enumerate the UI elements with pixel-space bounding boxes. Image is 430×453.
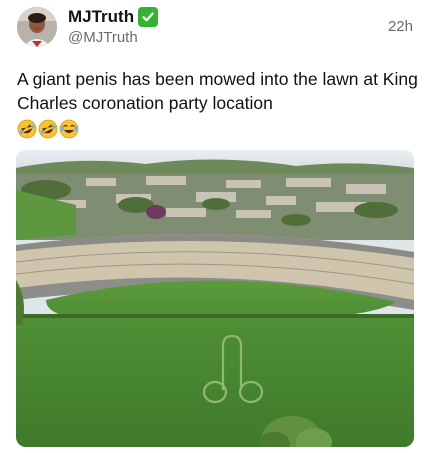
verified-check-icon: [138, 7, 159, 27]
avatar-image: [17, 7, 57, 47]
rofl-emoji: [38, 119, 58, 139]
timestamp[interactable]: 22h: [388, 18, 413, 35]
user-handle[interactable]: @MJTruth: [68, 29, 138, 46]
post-text: A giant penis has been mowed into the la…: [17, 69, 418, 113]
display-name[interactable]: MJTruth: [68, 7, 134, 27]
emoji-row: [17, 119, 79, 139]
rofl-emoji: [17, 119, 37, 139]
post-image[interactable]: [16, 150, 414, 447]
avatar[interactable]: [17, 7, 57, 47]
joy-emoji: [59, 119, 79, 139]
aerial-photo-royal-crescent-lawn: [16, 150, 414, 447]
display-name-row[interactable]: MJTruth: [68, 7, 159, 27]
